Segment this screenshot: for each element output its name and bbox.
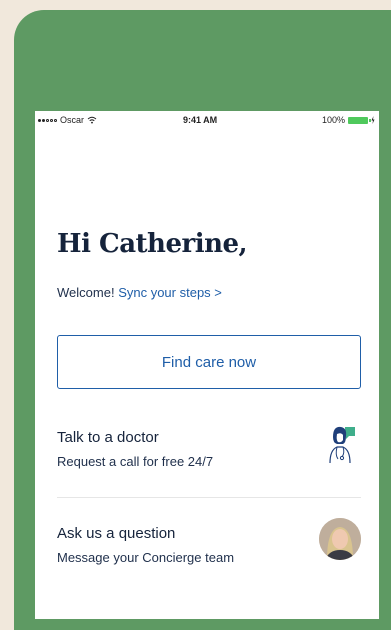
list-item-subtitle: Message your Concierge team: [57, 550, 235, 565]
status-bar: Oscar 9:41 AM 100%: [35, 111, 379, 128]
divider: [57, 497, 361, 498]
concierge-avatar: [319, 518, 361, 560]
list-item-title: Ask us a question: [57, 525, 176, 542]
status-right: 100%: [322, 115, 375, 125]
talk-to-doctor-item[interactable]: Talk to a doctor Request a call for free…: [57, 426, 361, 489]
list-item-title: Talk to a doctor: [57, 429, 159, 446]
sync-steps-link[interactable]: Sync your steps >: [118, 285, 222, 300]
battery-icon: [348, 116, 371, 124]
welcome-line: Welcome! Sync your steps >: [57, 285, 222, 300]
find-care-button[interactable]: Find care now: [57, 335, 361, 389]
welcome-text: Welcome!: [57, 285, 115, 300]
list-item-subtitle: Request a call for free 24/7: [57, 454, 214, 469]
ask-question-item[interactable]: Ask us a question Message your Concierge…: [57, 518, 361, 585]
status-left: Oscar: [38, 115, 97, 125]
charging-icon: [371, 116, 375, 124]
app-screen: Oscar 9:41 AM 100% Hi Catherine, Welcome…: [35, 111, 379, 619]
signal-strength-icon: [38, 118, 57, 122]
doctor-icon: [329, 426, 355, 464]
battery-percentage: 100%: [321, 115, 345, 125]
page-title: Hi Catherine,: [57, 229, 248, 259]
carrier-name: Oscar: [60, 115, 85, 125]
wifi-icon: [87, 116, 97, 124]
status-time: 9:41 AM: [183, 115, 218, 125]
